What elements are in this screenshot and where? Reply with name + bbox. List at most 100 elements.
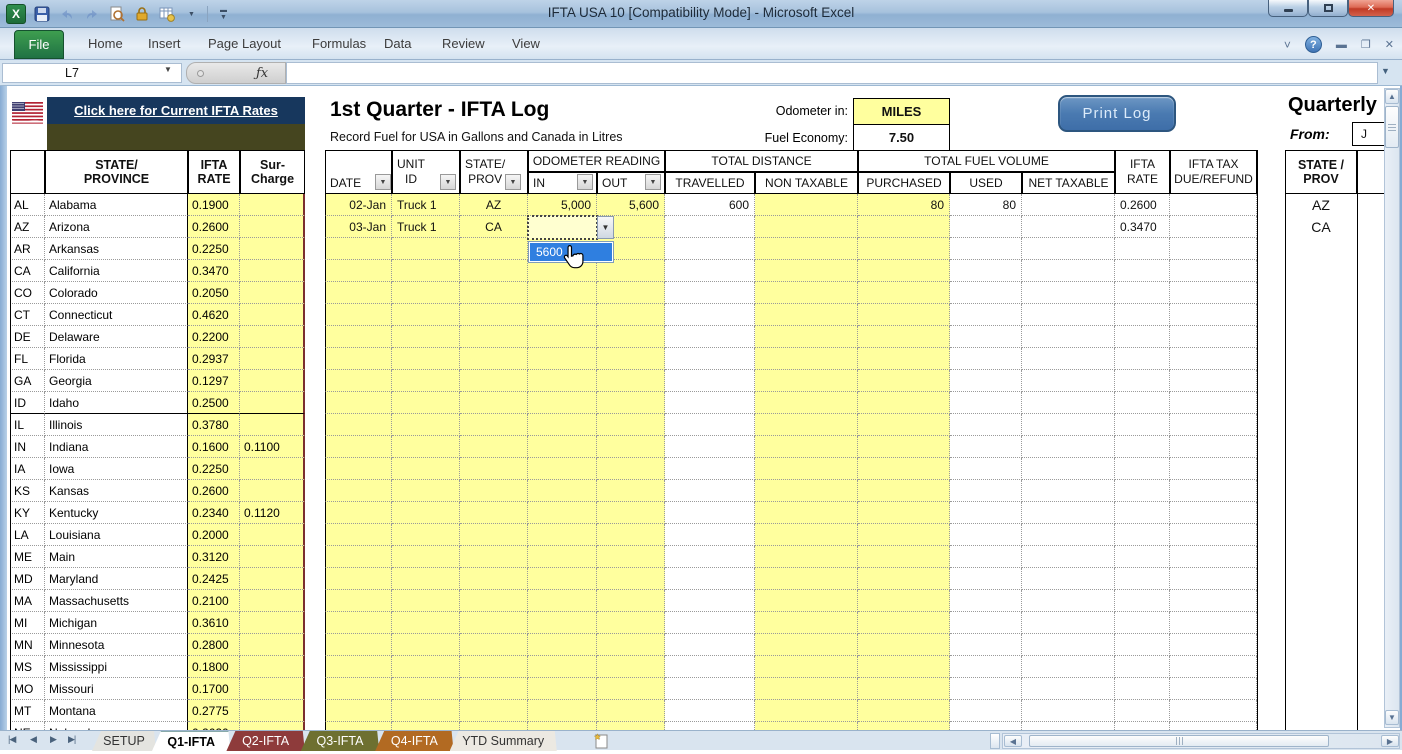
grid-cell[interactable] xyxy=(755,612,858,634)
state-row-code[interactable]: CA xyxy=(10,260,45,282)
grid-cell[interactable] xyxy=(858,458,950,480)
grid-cell[interactable] xyxy=(1170,326,1257,348)
state-row-code[interactable]: IA xyxy=(10,458,45,480)
state-row-sur[interactable] xyxy=(240,678,305,700)
grid-cell[interactable] xyxy=(460,502,528,524)
grid-cell[interactable] xyxy=(665,546,755,568)
ribbon-tab-home[interactable]: Home xyxy=(88,36,123,51)
grid-cell[interactable] xyxy=(325,414,392,436)
grid-cell[interactable] xyxy=(950,502,1022,524)
state-row-sur[interactable] xyxy=(240,326,305,348)
grid-cell[interactable] xyxy=(1115,568,1170,590)
state-row-sur[interactable] xyxy=(240,414,305,436)
workbook-minimize-icon[interactable]: ▬ xyxy=(1336,39,1347,51)
grid-cell[interactable] xyxy=(528,414,597,436)
grid-cell[interactable] xyxy=(528,524,597,546)
name-box[interactable]: L7 xyxy=(2,63,182,83)
grid-cell[interactable] xyxy=(1170,304,1257,326)
grid-cell[interactable] xyxy=(325,260,392,282)
grid-cell[interactable] xyxy=(755,656,858,678)
grid-cell[interactable] xyxy=(528,678,597,700)
scroll-down-icon[interactable]: ▼ xyxy=(1385,710,1399,725)
grid-cell[interactable] xyxy=(528,700,597,722)
grid-cell[interactable] xyxy=(1022,216,1115,238)
grid-cell[interactable] xyxy=(1115,392,1170,414)
state-row-code[interactable]: ID xyxy=(10,392,45,414)
state-row-name[interactable]: Maryland xyxy=(45,568,188,590)
grid-cell[interactable] xyxy=(1022,546,1115,568)
grid-cell[interactable] xyxy=(950,546,1022,568)
state-row-sur[interactable] xyxy=(240,260,305,282)
state-row-name[interactable]: Colorado xyxy=(45,282,188,304)
grid-cell[interactable] xyxy=(528,612,597,634)
grid-cell[interactable] xyxy=(755,678,858,700)
grid-cell[interactable] xyxy=(1115,370,1170,392)
grid-cell[interactable] xyxy=(858,700,950,722)
state-row-rate[interactable]: 0.1600 xyxy=(188,436,240,458)
grid-cell[interactable] xyxy=(597,348,665,370)
print-log-button[interactable]: Print Log xyxy=(1058,95,1176,132)
grid-cell[interactable] xyxy=(665,656,755,678)
grid-cell[interactable] xyxy=(1170,436,1257,458)
scroll-up-icon[interactable]: ▲ xyxy=(1385,89,1399,104)
state-row-rate[interactable]: 0.2000 xyxy=(188,524,240,546)
grid-cell[interactable] xyxy=(1170,656,1257,678)
grid-cell[interactable] xyxy=(392,502,460,524)
grid-cell[interactable] xyxy=(528,722,597,730)
grid-cell[interactable] xyxy=(392,392,460,414)
grid-cell[interactable] xyxy=(858,722,950,730)
workbook-close-icon[interactable]: ✕ xyxy=(1385,38,1394,51)
ribbon-tab-review[interactable]: Review xyxy=(442,36,485,51)
grid-cell[interactable] xyxy=(950,678,1022,700)
state-row-code[interactable]: MN xyxy=(10,634,45,656)
state-row-rate[interactable]: 0.4620 xyxy=(188,304,240,326)
grid-cell[interactable] xyxy=(597,678,665,700)
grid-cell[interactable] xyxy=(1115,612,1170,634)
grid-cell[interactable]: CA xyxy=(460,216,528,238)
formula-input[interactable] xyxy=(286,62,1378,84)
state-row-sur[interactable] xyxy=(240,612,305,634)
grid-cell[interactable]: 02-Jan xyxy=(325,194,392,216)
grid-cell[interactable] xyxy=(950,480,1022,502)
state-row-sur[interactable] xyxy=(240,524,305,546)
grid-cell[interactable] xyxy=(1170,260,1257,282)
grid-cell[interactable] xyxy=(1022,678,1115,700)
save-icon[interactable] xyxy=(32,5,51,24)
grid-cell[interactable] xyxy=(665,282,755,304)
grid-cell[interactable] xyxy=(665,634,755,656)
grid-cell[interactable] xyxy=(597,480,665,502)
name-box-dropdown-icon[interactable]: ▼ xyxy=(164,65,172,74)
grid-cell[interactable] xyxy=(755,392,858,414)
fuel-economy-cell[interactable]: 7.50 xyxy=(853,124,950,151)
grid-cell[interactable] xyxy=(858,370,950,392)
grid-cell[interactable] xyxy=(325,458,392,480)
grid-cell[interactable]: Truck 1 xyxy=(392,194,460,216)
grid-cell[interactable] xyxy=(950,414,1022,436)
grid-cell[interactable] xyxy=(1022,612,1115,634)
grid-cell[interactable]: Truck 1 xyxy=(392,216,460,238)
grid-cell[interactable] xyxy=(858,282,950,304)
state-row-sur[interactable] xyxy=(240,304,305,326)
grid-cell[interactable] xyxy=(858,436,950,458)
grid-cell[interactable] xyxy=(1115,634,1170,656)
state-row-name[interactable]: Florida xyxy=(45,348,188,370)
state-row-code[interactable]: MA xyxy=(10,590,45,612)
grid-cell[interactable] xyxy=(392,458,460,480)
grid-cell[interactable] xyxy=(858,326,950,348)
grid-cell[interactable] xyxy=(1115,282,1170,304)
grid-cell[interactable] xyxy=(392,260,460,282)
grid-cell[interactable] xyxy=(665,722,755,730)
grid-cell[interactable] xyxy=(460,348,528,370)
state-row-rate[interactable]: 0.2250 xyxy=(188,458,240,480)
grid-cell[interactable] xyxy=(392,700,460,722)
grid-cell[interactable] xyxy=(1115,480,1170,502)
qat-dropdown-icon[interactable]: ▼ xyxy=(182,5,201,24)
grid-cell[interactable] xyxy=(1115,348,1170,370)
grid-cell[interactable] xyxy=(528,348,597,370)
sheet-tab-ytd-summary[interactable]: YTD Summary xyxy=(450,731,557,751)
grid-cell[interactable] xyxy=(858,304,950,326)
state-row-code[interactable]: GA xyxy=(10,370,45,392)
grid-cell[interactable] xyxy=(1022,436,1115,458)
state-row-code[interactable]: MI xyxy=(10,612,45,634)
grid-cell[interactable] xyxy=(597,502,665,524)
